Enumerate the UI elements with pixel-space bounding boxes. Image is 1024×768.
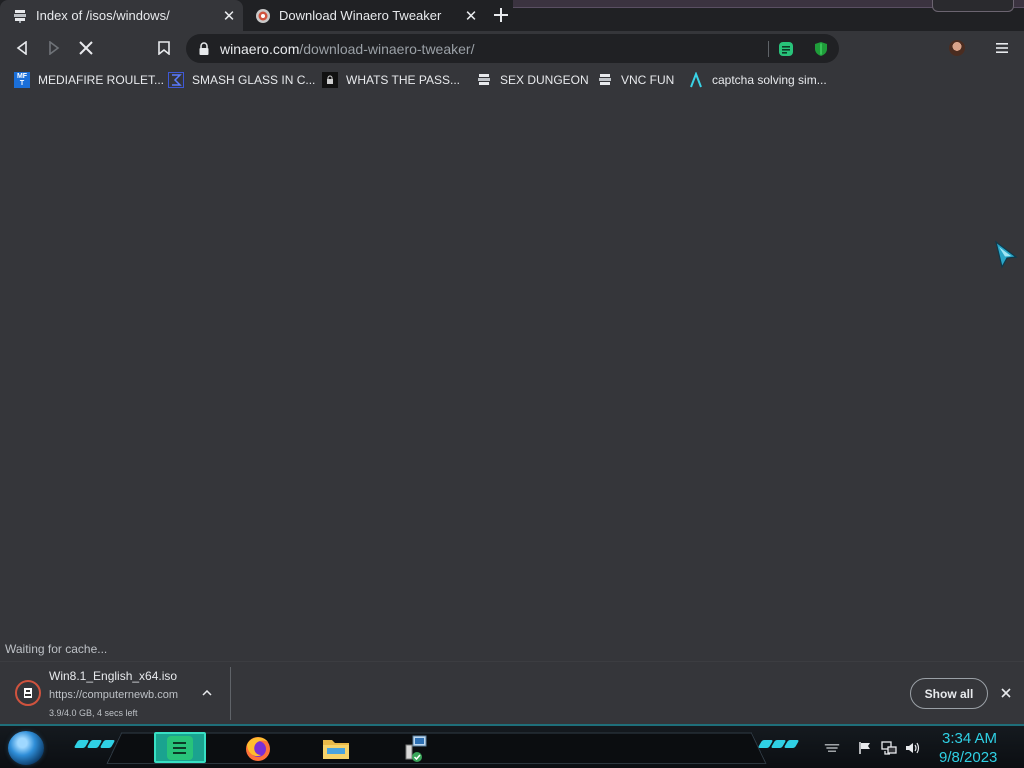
bookmark-mediafire[interactable]: MF T MEDIAFIRE ROULET... [14,70,164,90]
bookmark-label: VNC FUN [621,73,675,87]
url-path: /download-winaero-tweaker/ [299,40,475,57]
sigma-icon [168,72,184,88]
screen: Index of /isos/windows/ ✕ Download Winae… [0,0,1024,768]
lock-icon [322,72,338,88]
show-all-button[interactable]: Show all [910,678,988,709]
bookmark-label: SMASH GLASS IN C... [192,73,316,87]
download-divider [230,667,231,720]
taskbar-decoration-right [757,740,800,748]
network-icon[interactable] [881,740,897,756]
address-bar[interactable]: winaero.com/download-winaero-tweaker/ [186,34,839,63]
clock-time[interactable]: 3:34 AM [942,730,997,747]
tab-title: Index of /isos/windows/ [36,8,170,23]
bookmark-sex-dungeon[interactable]: SEX DUNGEON [476,70,589,90]
back-button[interactable] [9,35,35,61]
menu-button[interactable] [989,35,1015,61]
bookmark-label: WHATS THE PASS... [346,73,461,87]
bookmark-button[interactable] [151,35,177,61]
tab-index-isos[interactable]: Index of /isos/windows/ ✕ [0,0,243,31]
close-icon [79,41,93,55]
taskbar-network-app[interactable] [388,732,440,763]
firefox-icon [246,736,270,761]
hamburger-icon [996,43,1008,53]
toolbar: winaero.com/download-winaero-tweaker/ [0,31,1024,65]
tab-strip: Index of /isos/windows/ ✕ Download Winae… [0,0,1024,31]
mouse-cursor-icon [995,240,1018,269]
shield-extension-icon[interactable] [813,41,829,57]
server-icon [476,72,492,88]
url-text: winaero.com/download-winaero-tweaker/ [220,41,474,57]
taskbar-file-explorer[interactable] [310,732,362,763]
mediafire-icon: MF T [14,72,30,88]
status-bubble: Waiting for cache... [0,640,113,658]
bookmark-whats-the-pass[interactable]: WHATS THE PASS... [322,70,460,90]
back-icon [16,41,27,55]
forward-button[interactable] [41,35,67,61]
bookmark-captcha[interactable]: captcha solving sim... [688,70,827,90]
new-tab-button[interactable] [489,4,513,26]
close-shelf-icon[interactable] [996,683,1016,703]
taskbar-decoration-left [73,740,116,748]
download-filename[interactable]: Win8.1_English_x64.iso [49,669,177,683]
window-controls-frame[interactable] [932,0,1014,12]
taskbar-notes-app[interactable] [154,732,206,763]
clock-date[interactable]: 9/8/2023 [939,749,997,766]
action-center-flag-icon[interactable] [857,740,873,756]
tab-close-icon[interactable]: ✕ [219,6,239,26]
volume-icon[interactable] [905,740,921,756]
notes-icon [167,735,193,760]
taskbar: 3:34 AM 9/8/2023 [0,724,1024,768]
server-icon [12,8,28,24]
network-computer-icon [405,735,427,762]
start-orb-icon[interactable] [8,731,44,765]
bookmark-label: MEDIAFIRE ROULET... [38,73,165,87]
file-download-icon[interactable] [15,680,41,706]
bookmark-vnc-fun[interactable]: VNC FUN [597,70,674,90]
profile-avatar[interactable] [949,40,965,56]
folder-icon [323,739,349,759]
tab-winaero[interactable]: Download Winaero Tweaker ✕ [243,0,485,31]
download-source: https://computernewb.com [49,689,179,701]
download-progress: 3.9/4.0 GB, 4 secs left [49,708,138,718]
chevron-up-icon[interactable] [198,684,216,702]
bookmark-label: captcha solving sim... [712,73,827,87]
stop-loading-button[interactable] [73,35,99,61]
show-hidden-icons-icon[interactable] [824,740,840,756]
lambda-icon [688,72,704,88]
server-icon [597,72,613,88]
bookmark-smash-glass[interactable]: SMASH GLASS IN C... [168,70,315,90]
address-bar-divider [768,41,769,57]
bookmarks-bar: MF T MEDIAFIRE ROULET... SMASH GLASS IN C… [0,65,1024,95]
download-shelf: Win8.1_English_x64.iso https://computern… [0,661,1024,724]
winaero-icon [255,8,271,24]
forward-icon [49,41,60,55]
notes-extension-icon[interactable] [778,41,794,57]
page-content[interactable] [0,95,1024,661]
bookmark-label: SEX DUNGEON [500,73,589,87]
taskbar-firefox[interactable] [232,732,284,763]
tab-title: Download Winaero Tweaker [279,8,442,23]
lock-icon[interactable] [198,41,212,56]
plus-icon [494,8,508,22]
url-domain: winaero.com [220,40,300,57]
bookmark-icon [158,41,170,55]
tab-close-icon[interactable]: ✕ [461,6,481,26]
